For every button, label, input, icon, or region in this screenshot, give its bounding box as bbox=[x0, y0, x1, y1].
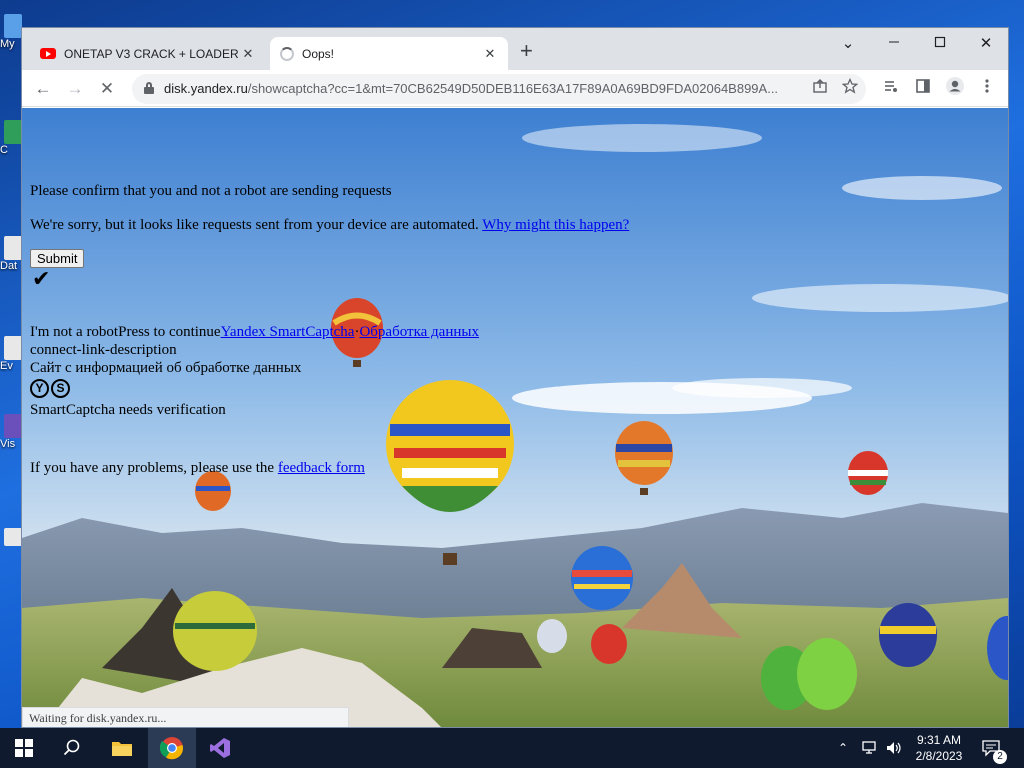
desktop-icon-misc[interactable] bbox=[0, 528, 22, 546]
desktop-icon-label: Dat bbox=[0, 260, 18, 272]
notification-count-badge: 2 bbox=[993, 750, 1007, 764]
link-description-text: connect-link-description bbox=[30, 342, 177, 358]
new-tab-button[interactable]: + bbox=[520, 40, 533, 62]
desktop-icon-vis[interactable]: Vis bbox=[0, 414, 22, 450]
balloon bbox=[879, 603, 937, 667]
minimize-button[interactable] bbox=[871, 32, 917, 56]
computer-icon bbox=[4, 14, 22, 38]
bookmark-star-icon[interactable] bbox=[838, 77, 862, 101]
lock-icon[interactable] bbox=[144, 82, 154, 94]
document-icon bbox=[4, 336, 22, 360]
tab-search-button[interactable]: ⌄ bbox=[825, 32, 871, 56]
tab-title: ONETAP V3 CRACK + LOADER Ο̉ bbox=[64, 46, 240, 61]
side-panel-icon[interactable] bbox=[910, 76, 936, 102]
web-page: Please confirm that you and not a robot … bbox=[22, 108, 1008, 727]
search-icon[interactable] bbox=[48, 728, 96, 768]
feedback-form-link[interactable]: feedback form bbox=[278, 460, 365, 476]
smartcaptcha-logos: Y S bbox=[30, 379, 70, 398]
desktop-icon-data[interactable]: Dat bbox=[0, 236, 22, 272]
url-path: /showcaptcha?cc=1&mt=70CB62549D50DEB116E… bbox=[247, 81, 779, 96]
minimize-icon bbox=[889, 41, 899, 43]
desktop-icon-label: Ev bbox=[0, 360, 13, 372]
close-window-button[interactable]: ✕ bbox=[963, 32, 1008, 56]
sorry-text: We're sorry, but it looks like requests … bbox=[30, 217, 483, 233]
desktop-icon-c[interactable]: C bbox=[0, 120, 22, 156]
problems-text: If you have any problems, please use the bbox=[30, 460, 278, 476]
desktop-icon-label: Vis bbox=[0, 438, 16, 450]
tab-close-icon[interactable]: ✕ bbox=[240, 46, 256, 62]
windows-start-icon[interactable] bbox=[0, 728, 48, 768]
taskbar: ⌃ 9:31 AM 2/8/2023 2 bbox=[0, 728, 1024, 768]
captcha-checkbox-row: I'm not a robotPress to continueYandex S… bbox=[30, 324, 479, 341]
sorry-paragraph: We're sorry, but it looks like requests … bbox=[30, 217, 629, 234]
profile-icon[interactable] bbox=[942, 76, 968, 102]
desktop-icon-ev[interactable]: Ev bbox=[0, 336, 22, 372]
notifications-button[interactable]: 2 bbox=[982, 728, 1007, 768]
verification-text: SmartCaptcha needs verification bbox=[30, 402, 226, 418]
tab-strip: ONETAP V3 CRACK + LOADER Ο̉ ✕ Oops! ✕ + … bbox=[22, 28, 1008, 70]
balloon bbox=[591, 624, 627, 664]
data-processing-info-text: Сайт с информацией об обработке данных bbox=[30, 360, 302, 376]
clock-time: 9:31 AM bbox=[916, 733, 962, 747]
visual-studio-icon[interactable] bbox=[196, 728, 244, 768]
not-a-robot-label[interactable]: I'm not a robotPress to continue bbox=[30, 324, 221, 340]
tab-youtube[interactable]: ONETAP V3 CRACK + LOADER Ο̉ ✕ bbox=[30, 37, 266, 70]
balloon bbox=[195, 471, 231, 511]
youtube-icon bbox=[40, 48, 56, 59]
tab-title: Oops! bbox=[302, 46, 335, 61]
chrome-icon[interactable] bbox=[148, 728, 196, 768]
clock[interactable]: 9:31 AM 2/8/2023 bbox=[900, 732, 978, 764]
feedback-paragraph: If you have any problems, please use the… bbox=[30, 460, 365, 477]
show-hidden-icons-button[interactable]: ⌃ bbox=[838, 728, 848, 768]
maximize-icon bbox=[934, 36, 946, 48]
status-bar: Waiting for disk.yandex.ru... bbox=[22, 707, 349, 727]
clock-date: 2/8/2023 bbox=[915, 749, 963, 763]
menu-icon[interactable] bbox=[974, 76, 1000, 102]
desktop-icon-label: My bbox=[0, 38, 15, 50]
desktop-icon-my-computer[interactable]: My bbox=[0, 14, 22, 50]
checkmark-icon[interactable]: ✔ bbox=[32, 268, 50, 290]
share-icon[interactable] bbox=[808, 77, 832, 101]
browser-toolbar: ← → ✕ disk.yandex.ru/showcaptcha?cc=1&mt… bbox=[22, 70, 1008, 107]
balloon bbox=[173, 591, 257, 671]
network-icon[interactable] bbox=[862, 728, 880, 768]
why-might-this-happen-link[interactable]: Why might this happen? bbox=[482, 217, 629, 233]
balloon bbox=[537, 619, 567, 653]
balloon bbox=[797, 638, 857, 710]
yandex-smartcaptcha-link[interactable]: Yandex SmartCaptcha bbox=[221, 324, 355, 340]
address-bar[interactable]: disk.yandex.ru/showcaptcha?cc=1&mt=70CB6… bbox=[132, 74, 866, 104]
maximize-button[interactable] bbox=[917, 32, 963, 56]
app-icon bbox=[4, 120, 22, 144]
media-control-icon[interactable] bbox=[878, 76, 904, 102]
visual-studio-icon bbox=[4, 414, 22, 438]
captcha-heading: Please confirm that you and not a robot … bbox=[30, 183, 392, 199]
forward-button[interactable]: → bbox=[62, 76, 88, 102]
data-processing-link[interactable]: Обработка данных bbox=[359, 324, 479, 340]
file-explorer-icon[interactable] bbox=[98, 728, 146, 768]
tab-close-icon[interactable]: ✕ bbox=[482, 46, 498, 62]
url-text[interactable]: disk.yandex.ru/showcaptcha?cc=1&mt=70CB6… bbox=[164, 81, 804, 96]
document-icon bbox=[4, 528, 22, 546]
url-domain: disk.yandex.ru bbox=[164, 81, 248, 96]
document-icon bbox=[4, 236, 22, 260]
balloon bbox=[848, 451, 888, 495]
back-button[interactable]: ← bbox=[30, 76, 56, 102]
balloon bbox=[571, 546, 633, 610]
tab-oops[interactable]: Oops! ✕ bbox=[270, 37, 508, 70]
smartcaptcha-logo-icon: S bbox=[51, 379, 70, 398]
desktop-icon-label: C bbox=[0, 144, 8, 156]
stop-loading-button[interactable]: ✕ bbox=[94, 76, 120, 102]
browser-window: ONETAP V3 CRACK + LOADER Ο̉ ✕ Oops! ✕ + … bbox=[21, 27, 1009, 728]
loading-spinner-icon bbox=[280, 46, 294, 61]
yandex-logo-icon: Y bbox=[30, 379, 49, 398]
